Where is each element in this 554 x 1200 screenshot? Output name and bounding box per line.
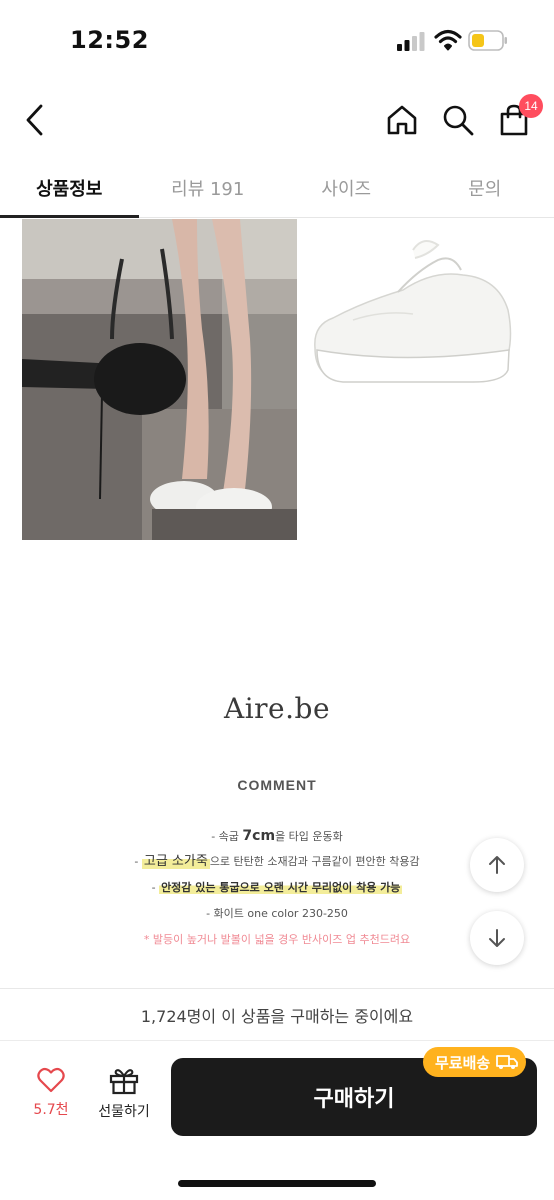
tab-reviews[interactable]: 리뷰 191: [139, 158, 278, 217]
tab-size[interactable]: 사이즈: [277, 158, 416, 217]
free-shipping-badge: 무료배송: [423, 1047, 527, 1077]
battery-icon: [468, 30, 507, 51]
bottom-action-bar: 5.7천 선물하기 구매하기 무료배송: [0, 1040, 554, 1200]
home-button[interactable]: [380, 96, 424, 144]
status-time: 12:52: [70, 26, 149, 54]
tab-product-info[interactable]: 상품정보: [0, 158, 139, 218]
search-button[interactable]: [436, 96, 480, 144]
like-button[interactable]: 5.7천: [20, 1067, 82, 1137]
comment-line-color-size: - 화이트 one color 230-250: [206, 907, 348, 920]
navigation-bar: [0, 88, 554, 152]
wifi-icon: [434, 29, 462, 51]
tab-inquiry[interactable]: 문의: [416, 158, 554, 217]
home-indicator: [178, 1180, 376, 1187]
home-icon: [387, 105, 417, 135]
purchase-notice: 1,724명이 이 상품을 구매하는 중이에요: [0, 988, 554, 1040]
status-bar: 12:52: [0, 0, 554, 80]
like-count: 5.7천: [33, 1102, 69, 1118]
comment-line-platform: - 안정감 있는 통굽으로 오랜 시간 무리없이 착용 가능: [151, 881, 403, 894]
product-photo-worn: [22, 219, 297, 540]
delivery-truck-icon: [496, 1055, 519, 1069]
purchase-notice-text: 1,724명이 이 상품을 구매하는 중이에요: [140, 1006, 414, 1026]
back-chevron-icon: [26, 104, 43, 136]
comment-line-heel: - 속굽 7cm을 타입 운동화: [211, 828, 343, 844]
search-icon: [443, 105, 474, 136]
gift-label: 선물하기: [98, 1104, 150, 1120]
brand-logo: Aire.be: [223, 692, 331, 725]
product-photo-image: [22, 219, 297, 540]
sneaker-image: [314, 240, 512, 383]
free-shipping-label: 무료배송: [435, 1053, 491, 1072]
product-tabs: 상품정보 리뷰 191 사이즈 문의: [0, 158, 554, 218]
comment-title: COMMENT: [237, 777, 317, 793]
scroll-up-button[interactable]: [470, 838, 524, 892]
heart-icon: [37, 1067, 65, 1093]
back-button[interactable]: [14, 96, 56, 144]
gift-icon: [109, 1069, 139, 1095]
arrow-down-icon: [489, 929, 505, 947]
arrow-up-icon: [489, 856, 505, 874]
cellular-signal-icon: [397, 32, 425, 51]
scroll-down-button[interactable]: [470, 911, 524, 965]
gift-button[interactable]: 선물하기: [88, 1067, 160, 1137]
cart-count-badge: 14: [519, 94, 543, 118]
product-photo-shoe: [303, 230, 519, 390]
